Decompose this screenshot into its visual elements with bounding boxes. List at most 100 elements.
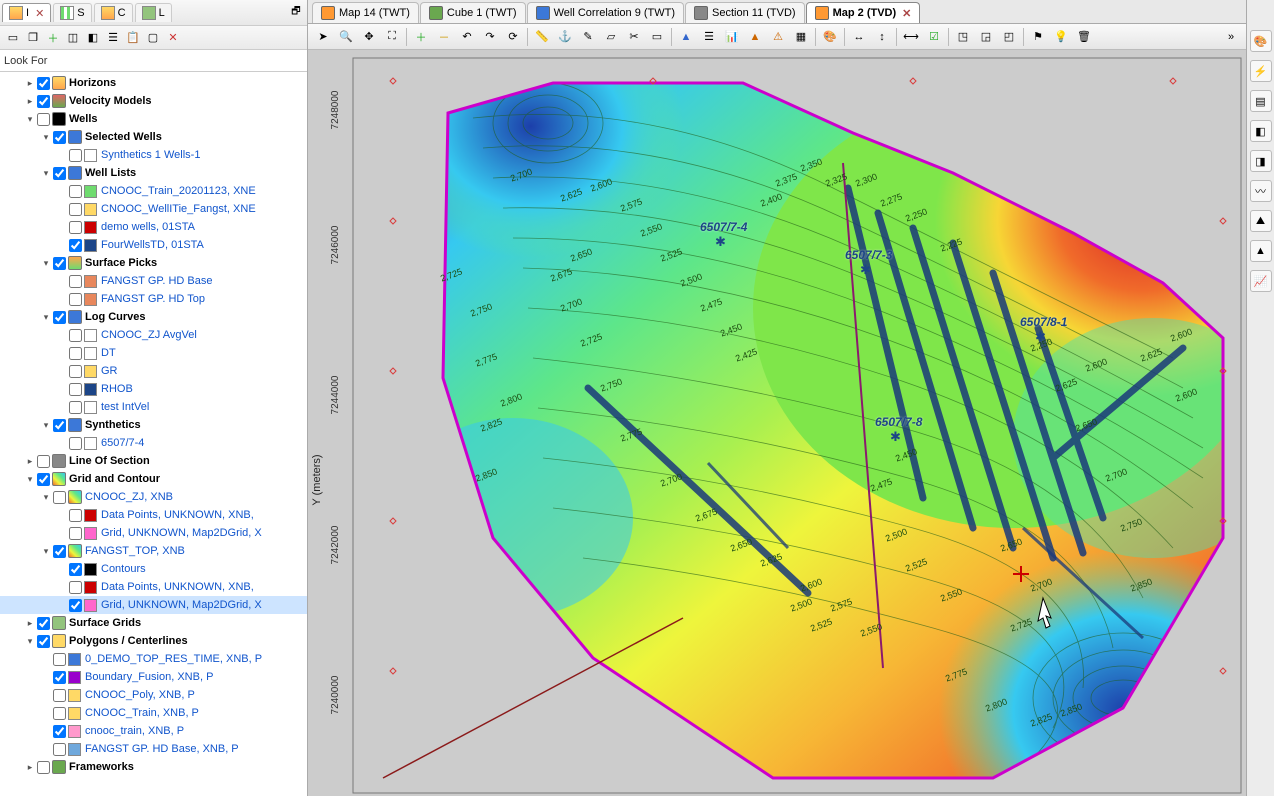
tree-item-24[interactable]: Data Points, UNKNOWN, XNB,	[0, 506, 307, 524]
toolbar-bulb-icon[interactable]: 💡	[1050, 26, 1072, 48]
expander-icon[interactable]: ▾	[24, 635, 36, 647]
tree-item-12[interactable]: FANGST GP. HD Top	[0, 290, 307, 308]
tree-item-1[interactable]: ▸Velocity Models	[0, 92, 307, 110]
toolbar-pan-icon[interactable]: ✥	[358, 26, 380, 48]
tree-checkbox[interactable]	[69, 437, 82, 450]
tree-checkbox[interactable]	[53, 131, 66, 144]
tool-cascade-icon[interactable]: ▭	[4, 29, 22, 47]
tree-checkbox[interactable]	[37, 473, 50, 486]
tree-item-33[interactable]: Boundary_Fusion, XNB, P	[0, 668, 307, 686]
toolbar-colorbar-icon[interactable]: 🎨	[819, 26, 841, 48]
tree-item-0[interactable]: ▸Horizons	[0, 74, 307, 92]
expander-icon[interactable]: ▾	[24, 473, 36, 485]
tree-checkbox[interactable]	[69, 149, 82, 162]
toolbar-cube2-icon[interactable]: ◲	[975, 26, 997, 48]
right-actions-icon[interactable]: ⚡	[1250, 60, 1272, 82]
toolbar-well-icon[interactable]: ▲	[675, 26, 697, 48]
tree-item-16[interactable]: GR	[0, 362, 307, 380]
tool-clipboard-icon[interactable]: 📋	[124, 29, 142, 47]
toolbar-menu-icon[interactable]: »	[1220, 26, 1242, 48]
toolbar-histo-icon[interactable]: 📊	[721, 26, 743, 48]
close-icon[interactable]: ✕	[35, 7, 44, 20]
tree-item-7[interactable]: CNOOC_WellITie_Fangst, XNE	[0, 200, 307, 218]
top-tab-s[interactable]: S	[53, 3, 91, 22]
tree-item-4[interactable]: Synthetics 1 Wells-1	[0, 146, 307, 164]
tree-checkbox[interactable]	[69, 329, 82, 342]
toolbar-cube1-icon[interactable]: ◳	[952, 26, 974, 48]
tree-checkbox[interactable]	[53, 167, 66, 180]
tree-item-5[interactable]: ▾Well Lists	[0, 164, 307, 182]
toolbar-ruler-icon[interactable]: ⟷	[900, 26, 922, 48]
toolbar-horizon-icon[interactable]: ▲	[744, 26, 766, 48]
panel-restore-icon[interactable]: 🗗	[287, 4, 305, 22]
tree-checkbox[interactable]	[69, 563, 82, 576]
toolbar-warn-icon[interactable]: ⚠	[767, 26, 789, 48]
tree-item-38[interactable]: ▸Frameworks	[0, 758, 307, 776]
toolbar-cube3-icon[interactable]: ◰	[998, 26, 1020, 48]
tree-checkbox[interactable]	[69, 239, 82, 252]
tree-checkbox[interactable]	[37, 113, 50, 126]
tree-item-10[interactable]: ▾Surface Picks	[0, 254, 307, 272]
expander-icon[interactable]: ▾	[40, 311, 52, 323]
expander-icon[interactable]: ▾	[40, 131, 52, 143]
tree-checkbox[interactable]	[53, 689, 66, 702]
toolbar-zoomout-icon[interactable]: －	[433, 26, 455, 48]
tree-item-32[interactable]: 0_DEMO_TOP_RES_TIME, XNB, P	[0, 650, 307, 668]
right-chart-icon[interactable]: 📈	[1250, 270, 1272, 292]
expander-icon[interactable]: ▾	[40, 419, 52, 431]
tree-checkbox[interactable]	[37, 635, 50, 648]
tool-box1-icon[interactable]: ◫	[64, 29, 82, 47]
tree-checkbox[interactable]	[53, 725, 66, 738]
doc-tab-4[interactable]: Map 2 (TVD)✕	[806, 2, 921, 23]
tree-item-9[interactable]: FourWellsTD, 01STA	[0, 236, 307, 254]
tree-item-25[interactable]: Grid, UNKNOWN, Map2DGrid, X	[0, 524, 307, 542]
right-wave-icon[interactable]: 〰	[1250, 180, 1272, 202]
tree-item-23[interactable]: ▾CNOOC_ZJ, XNB	[0, 488, 307, 506]
right-palette-icon[interactable]: 🎨	[1250, 30, 1272, 52]
tree-item-35[interactable]: CNOOC_Train, XNB, P	[0, 704, 307, 722]
tree-checkbox[interactable]	[53, 545, 66, 558]
tree-item-26[interactable]: ▾FANGST_TOP, XNB	[0, 542, 307, 560]
tree-checkbox[interactable]	[69, 527, 82, 540]
tree-checkbox[interactable]	[37, 617, 50, 630]
toolbar-refresh-icon[interactable]: ⟳	[502, 26, 524, 48]
expander-icon[interactable]: ▸	[24, 761, 36, 773]
top-tab-i[interactable]: I✕	[2, 3, 51, 22]
tree-item-17[interactable]: RHOB	[0, 380, 307, 398]
lookfor-input[interactable]	[51, 53, 307, 69]
right-cube-icon[interactable]: ◧	[1250, 120, 1272, 142]
top-tab-c[interactable]: C	[94, 3, 133, 22]
tree-checkbox[interactable]	[37, 77, 50, 90]
tree-item-37[interactable]: FANGST GP. HD Base, XNB, P	[0, 740, 307, 758]
expander-icon[interactable]: ▸	[24, 617, 36, 629]
toolbar-layers-icon[interactable]: ☰	[698, 26, 720, 48]
toolbar-redo-icon[interactable]: ↷	[479, 26, 501, 48]
top-tab-l[interactable]: L	[135, 3, 172, 22]
tree-checkbox[interactable]	[37, 95, 50, 108]
tree-checkbox[interactable]	[53, 257, 66, 270]
doc-tab-1[interactable]: Cube 1 (TWT)	[420, 2, 526, 23]
doc-tab-2[interactable]: Well Correlation 9 (TWT)	[527, 2, 684, 23]
expander-icon[interactable]: ▾	[40, 545, 52, 557]
tree-view[interactable]: ▸Horizons▸Velocity Models▾Wells▾Selected…	[0, 72, 307, 796]
toolbar-crop-icon[interactable]: ✂	[623, 26, 645, 48]
tree-item-15[interactable]: DT	[0, 344, 307, 362]
toolbar-grid-icon[interactable]: ▦	[790, 26, 812, 48]
tree-item-34[interactable]: CNOOC_Poly, XNB, P	[0, 686, 307, 704]
tree-checkbox[interactable]	[53, 653, 66, 666]
tree-item-14[interactable]: CNOOC_ZJ AvgVel	[0, 326, 307, 344]
tree-item-36[interactable]: cnooc_train, XNB, P	[0, 722, 307, 740]
right-layers-icon[interactable]: ▤	[1250, 90, 1272, 112]
toolbar-dist-icon[interactable]: ↔	[848, 26, 870, 48]
tree-checkbox[interactable]	[69, 383, 82, 396]
tree-checkbox[interactable]	[69, 221, 82, 234]
doc-tab-3[interactable]: Section 11 (TVD)	[685, 2, 805, 23]
tree-checkbox[interactable]	[69, 347, 82, 360]
tree-item-6[interactable]: CNOOC_Train_20201123, XNE	[0, 182, 307, 200]
toolbar-poly-icon[interactable]: ▱	[600, 26, 622, 48]
tree-item-2[interactable]: ▾Wells	[0, 110, 307, 128]
toolbar-chk-icon[interactable]: ☑	[923, 26, 945, 48]
tree-checkbox[interactable]	[53, 419, 66, 432]
toolbar-dist2-icon[interactable]: ↕	[871, 26, 893, 48]
tree-checkbox[interactable]	[37, 455, 50, 468]
